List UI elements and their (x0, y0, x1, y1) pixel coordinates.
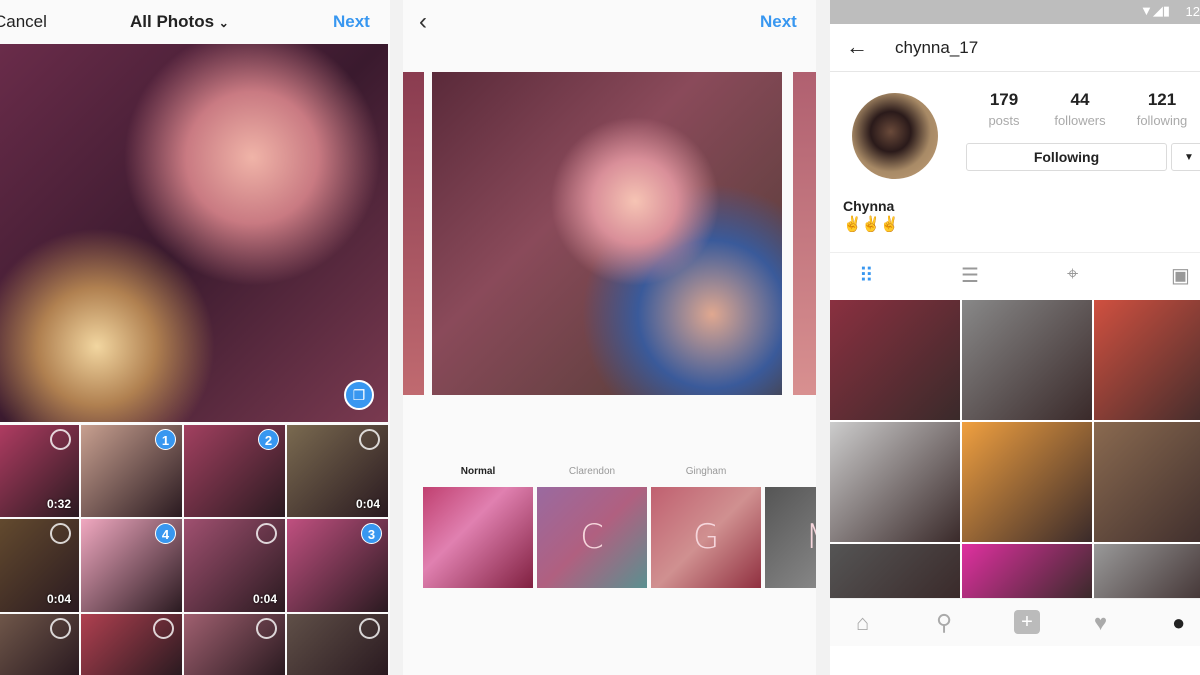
photo-thumbnail[interactable]: 0:04 (287, 425, 388, 517)
carousel-prev-photo[interactable] (403, 72, 424, 395)
selected-photo-preview[interactable]: ❐ (0, 44, 388, 422)
filter-editor-screen: ‹ Next Normal Clarendon C Gingham GMM (403, 0, 816, 675)
stat-label: followers (1054, 113, 1106, 128)
wifi-signal-battery-icon: ▼◢▮ (1139, 3, 1170, 18)
selection-number-badge: 1 (155, 429, 176, 450)
filter-label[interactable]: Clarendon (537, 466, 647, 477)
avatar[interactable] (852, 93, 938, 179)
selection-circle[interactable] (50, 429, 71, 450)
cancel-button[interactable]: Cancel (0, 12, 47, 32)
album-selector[interactable]: All Photos ⌄ (130, 12, 229, 32)
profile-post[interactable] (1094, 422, 1200, 542)
profile-post[interactable] (830, 544, 960, 598)
filter-label[interactable]: M (765, 466, 817, 477)
selection-circle[interactable] (359, 618, 380, 639)
back-arrow-icon[interactable]: ← (846, 34, 868, 60)
next-button[interactable]: Next (760, 12, 797, 32)
profile-name: Chynna (843, 198, 895, 214)
carousel-next-photo[interactable] (793, 72, 816, 395)
grid-icon[interactable]: ⠿ (859, 263, 874, 288)
stat-value: 44 (1070, 90, 1090, 109)
home-icon[interactable]: ⌂ (856, 610, 869, 636)
selection-number-badge: 4 (155, 523, 176, 544)
next-button[interactable]: Next (333, 12, 370, 32)
video-duration: 0:04 (46, 592, 71, 606)
selection-circle[interactable] (50, 618, 71, 639)
stat-value: 179 (989, 90, 1019, 109)
multi-select-icon[interactable]: ❐ (344, 380, 374, 410)
filter-thumbnail-normal[interactable] (423, 487, 533, 588)
profile-bio: ✌✌✌ (843, 216, 900, 233)
profile-post[interactable] (1094, 300, 1200, 420)
photo-picker-screen: Cancel All Photos ⌄ Next ❐ 0:32 1 2 0:04 0:0… (0, 0, 390, 675)
selection-circle[interactable] (256, 523, 277, 544)
stat-value: 121 (1147, 90, 1177, 109)
photo-thumbnail[interactable]: 0:32 (0, 425, 79, 517)
more-options-icon[interactable]: ⋮ (1193, 38, 1200, 59)
video-duration: 0:04 (252, 592, 277, 606)
photo-thumbnail[interactable] (184, 614, 285, 675)
profile-post[interactable] (830, 300, 960, 420)
album-label: All Photos (130, 12, 215, 31)
stat-posts[interactable]: 179 posts (964, 90, 1044, 128)
tagged-icon[interactable]: ▣ (1171, 263, 1190, 288)
status-time: 12 (1185, 4, 1200, 19)
selection-circle[interactable] (50, 523, 71, 544)
photo-thumbnail[interactable]: 2 (184, 425, 285, 517)
filter-thumbnail-gingham[interactable]: G (651, 487, 761, 588)
stat-label: posts (988, 113, 1020, 128)
chevron-down-icon: ⌄ (218, 16, 229, 30)
following-button[interactable]: Following (966, 143, 1167, 171)
stat-followers[interactable]: 44 followers (1040, 90, 1120, 128)
filter-label[interactable]: Gingham (651, 466, 761, 477)
search-icon[interactable]: ⚲ (936, 610, 952, 636)
selection-number-badge: 3 (361, 523, 382, 544)
stat-label: following (1136, 113, 1188, 128)
photo-thumbnail[interactable]: 3 (287, 519, 388, 612)
photo-thumbnail[interactable]: 1 (81, 425, 182, 517)
photo-thumbnail[interactable] (0, 614, 79, 675)
photo-thumbnail[interactable] (287, 614, 388, 675)
profile-icon[interactable]: ● (1172, 610, 1185, 636)
profile-post[interactable] (1094, 544, 1200, 598)
selection-circle[interactable] (359, 429, 380, 450)
profile-username: chynna_17 (895, 38, 979, 57)
video-duration: 0:04 (355, 497, 380, 511)
profile-screen: ▼◢▮ 12 ← chynna_17 ⋮ 179 posts 44 followers… (830, 0, 1200, 675)
selection-circle[interactable] (256, 618, 277, 639)
suggestions-dropdown-button[interactable]: ▼ (1171, 143, 1200, 171)
status-bar: ▼◢▮ 12 (830, 0, 1200, 24)
carousel-current-photo[interactable] (432, 72, 782, 395)
location-icon[interactable]: ⌖ (1067, 263, 1078, 286)
video-duration: 0:32 (46, 497, 71, 511)
profile-post[interactable] (962, 300, 1092, 420)
selection-circle[interactable] (153, 618, 174, 639)
filter-label[interactable]: Normal (423, 466, 533, 477)
chevron-left-icon[interactable]: ‹ (419, 8, 427, 36)
add-icon[interactable]: + (1014, 610, 1040, 634)
photo-thumbnail[interactable]: 0:04 (0, 519, 79, 612)
profile-post[interactable] (962, 544, 1092, 598)
stat-following[interactable]: 121 following (1122, 90, 1200, 128)
list-icon[interactable]: ☰ (961, 263, 979, 288)
heart-icon[interactable]: ♥ (1094, 610, 1107, 636)
profile-post[interactable] (830, 422, 960, 542)
filter-thumbnail-m[interactable]: M (765, 487, 816, 588)
selection-number-badge: 2 (258, 429, 279, 450)
profile-post[interactable] (962, 422, 1092, 542)
photo-thumbnail[interactable]: 0:04 (184, 519, 285, 612)
filter-thumbnail-clarendon[interactable]: C (537, 487, 647, 588)
photo-thumbnail[interactable]: 4 (81, 519, 182, 612)
photo-thumbnail[interactable] (81, 614, 182, 675)
